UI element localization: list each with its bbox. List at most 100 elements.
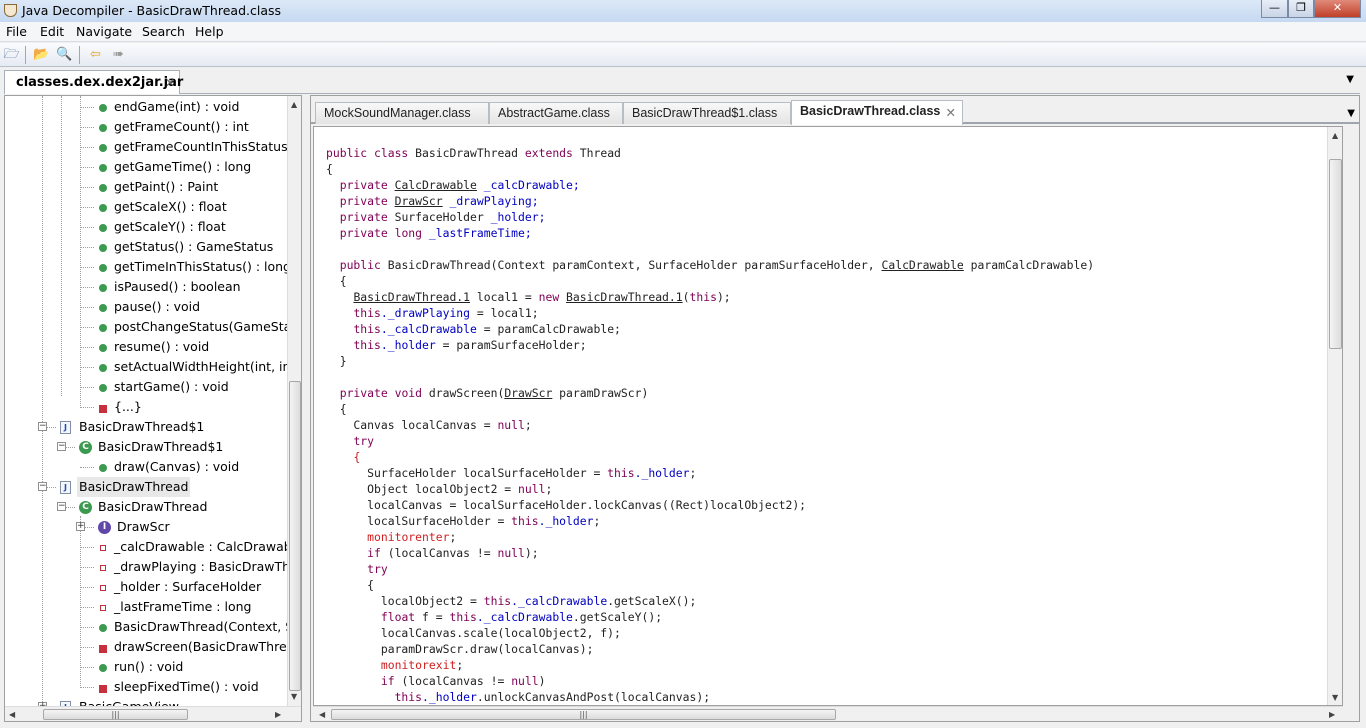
menu-help[interactable]: Help — [195, 24, 224, 39]
code-keyword: private — [339, 178, 395, 192]
tab-basicdrawthread1[interactable]: BasicDrawThread$1.class — [623, 102, 791, 124]
minimize-button[interactable]: — — [1261, 0, 1288, 18]
open-type-icon[interactable]: 📂 — [33, 47, 50, 62]
forward-arrow-icon[interactable]: ➠ — [110, 47, 127, 62]
code-type-link[interactable]: CalcDrawable — [882, 258, 964, 272]
code-text: drawScreen( — [428, 386, 505, 400]
jar-tab[interactable]: classes.dex.dex2jar.jar ✕ — [4, 70, 183, 94]
code-horizontal-scrollbar[interactable]: ◀ ||| ▶ — [313, 706, 1343, 721]
code-text: .unlockCanvasAndPost(localCanvas); — [476, 690, 711, 704]
code-line: float f = this._calcDrawable.getScaleY()… — [326, 609, 662, 625]
tree-connector — [80, 547, 94, 548]
code-type-link[interactable]: BasicDrawThread.1 — [566, 290, 683, 304]
code-type-link[interactable]: CalcDrawable — [395, 178, 477, 192]
tree-node-label: pause() : void — [114, 299, 201, 314]
code-type-link[interactable]: BasicDrawThread.1 — [353, 290, 470, 304]
code-text: ; — [524, 418, 532, 432]
public-method-icon — [99, 144, 107, 152]
code-keyword: this — [353, 306, 381, 320]
title-bar: Java Decompiler - BasicDrawThread.class … — [0, 0, 1366, 22]
scrollbar-thumb[interactable] — [1329, 159, 1342, 349]
code-type-link[interactable]: DrawScr — [395, 194, 443, 208]
scrollbar-thumb[interactable]: ||| — [331, 709, 836, 720]
tree-guide-line — [80, 516, 81, 686]
scrollbar-thumb[interactable] — [289, 381, 301, 691]
code-text: Thread — [579, 146, 621, 160]
open-file-icon[interactable]: 🗁 — [3, 47, 20, 62]
back-arrow-icon[interactable]: ⇦ — [87, 47, 104, 62]
tree-connector — [80, 107, 94, 108]
class-icon: C — [79, 501, 92, 514]
code-keyword: extends — [524, 146, 580, 160]
tree-connector — [80, 327, 94, 328]
collapse-icon[interactable]: − — [57, 442, 66, 451]
restore-button[interactable]: ❐ — [1288, 0, 1314, 18]
public-method-icon — [99, 344, 107, 352]
close-button[interactable]: ✕ — [1314, 0, 1361, 18]
code-line: { — [326, 273, 347, 289]
code-highlight: monitorexit — [380, 658, 457, 672]
tab-label: BasicDrawThread.class — [800, 104, 941, 118]
tab-list-dropdown-icon[interactable]: ▼ — [1347, 108, 1355, 119]
private-method-icon — [99, 645, 107, 653]
tree-horizontal-scrollbar[interactable]: ◀ ||| ▶ — [5, 706, 301, 721]
code-line: try — [326, 561, 388, 577]
tree-node-label: getScaleY() : float — [114, 219, 226, 234]
tree-node-label: DrawScr — [117, 519, 170, 534]
menu-file[interactable]: File — [6, 24, 27, 39]
code-type-link[interactable]: DrawScr — [504, 386, 552, 400]
code-line: Canvas localCanvas = null; — [326, 417, 532, 433]
code-text: BasicDrawThread(Context paramContext, Su… — [387, 258, 882, 272]
code-keyword: try — [367, 562, 388, 576]
tree-connector — [80, 267, 94, 268]
public-method-icon — [99, 364, 107, 372]
code-keyword: this — [689, 290, 717, 304]
class-tree-panel: endGame(int) : void getFrameCount() : int… — [4, 95, 302, 722]
code-vertical-scrollbar[interactable]: ▲ ▼ — [1327, 127, 1342, 705]
tab-mocksoundmanager[interactable]: MockSoundManager.class — [315, 102, 489, 124]
tab-basicdrawthread[interactable]: BasicDrawThread.class ✕ — [791, 100, 963, 125]
code-field: ._holder — [634, 466, 690, 480]
code-line: { — [326, 161, 333, 177]
menu-navigate[interactable]: Navigate — [76, 24, 132, 39]
expand-icon[interactable]: + — [76, 522, 85, 531]
public-method-icon — [99, 264, 107, 272]
close-tab-icon[interactable]: ✕ — [165, 76, 175, 90]
search-icon[interactable]: 🔍 — [56, 47, 73, 62]
code-line: Object localObject2 = null; — [326, 481, 552, 497]
code-text: Object localObject2 = — [326, 482, 519, 496]
code-text: .getScaleX(); — [607, 594, 697, 608]
code-view[interactable]: ▲ ▼ public class BasicDrawThread extends… — [313, 126, 1343, 706]
collapse-icon[interactable]: − — [57, 502, 66, 511]
code-text: ) — [538, 674, 546, 688]
class-icon: C — [79, 441, 92, 454]
collapse-icon[interactable]: − — [38, 422, 47, 431]
code-text: Canvas localCanvas = — [326, 418, 498, 432]
menu-search[interactable]: Search — [142, 24, 185, 39]
code-line: this._holder.unlockCanvasAndPost(localCa… — [326, 689, 710, 705]
tree-vertical-scrollbar[interactable]: ▲ ▼ — [287, 96, 301, 706]
jar-tab-strip — [4, 70, 1360, 94]
code-field: ._holder — [538, 514, 594, 528]
code-text: ; — [593, 514, 601, 528]
code-line: if (localCanvas != null); — [326, 545, 538, 561]
tree-guide-line — [80, 96, 81, 406]
code-keyword: this — [353, 322, 381, 336]
tree-guide-line — [61, 96, 62, 396]
collapse-icon[interactable]: − — [38, 482, 47, 491]
tree-node-label: _lastFrameTime : long — [114, 599, 252, 614]
scrollbar-thumb[interactable]: ||| — [43, 709, 188, 720]
menu-edit[interactable]: Edit — [40, 24, 64, 39]
tab-list-dropdown-icon[interactable]: ▼ — [1346, 74, 1354, 85]
code-line: public class BasicDrawThread extends Thr… — [326, 145, 621, 161]
tree-node-label: drawScreen(BasicDrawThread — [114, 639, 287, 654]
code-keyword: this — [353, 338, 381, 352]
tab-abstractgame[interactable]: AbstractGame.class — [489, 102, 623, 124]
close-tab-icon[interactable]: ✕ — [946, 105, 956, 120]
